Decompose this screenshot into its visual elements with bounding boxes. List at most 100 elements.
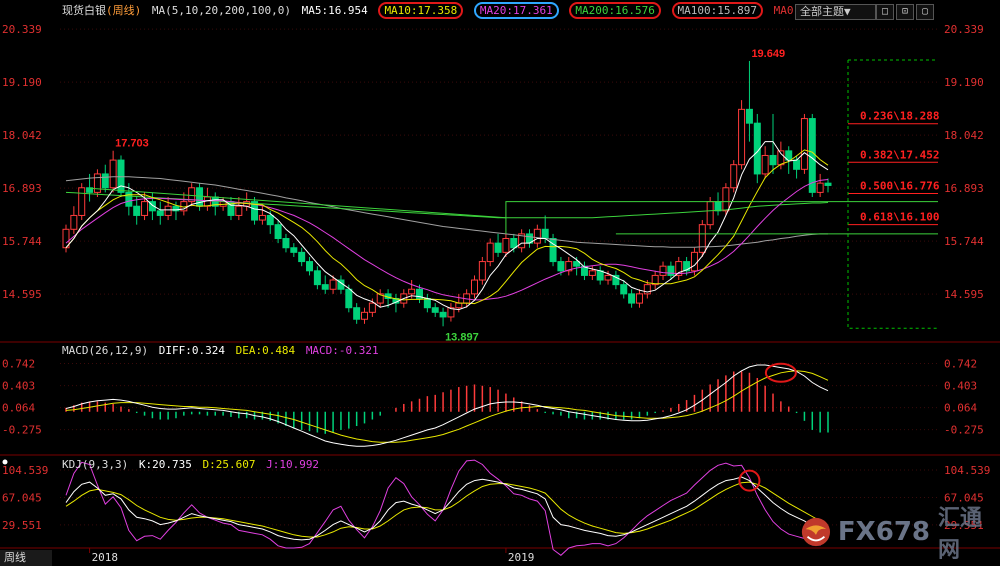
kdj-d-line <box>65 481 829 538</box>
candle-body <box>345 288 353 309</box>
x-tick-label: 2019 <box>508 551 534 564</box>
globe-logo-icon <box>801 517 831 547</box>
candle-body <box>557 261 565 272</box>
candle-body <box>793 159 801 170</box>
candle-body <box>109 159 117 189</box>
theme-dropdown[interactable]: 全部主题▼ <box>795 4 876 20</box>
ma10-value: MA10:17.358 <box>378 2 464 19</box>
kdj-params: KDJ(9,3,3) <box>62 458 129 471</box>
y-tick-label-left: 0.403 <box>2 380 35 393</box>
y-tick-label-right: 104.539 <box>944 464 990 477</box>
y-tick-label-left: 20.339 <box>2 23 42 36</box>
macd-legend: MACD(26,12,9) DIFF:0.324 DEA:0.484 MACD:… <box>62 344 379 357</box>
candle-body <box>290 247 298 253</box>
candle-body <box>133 205 141 216</box>
candle-body <box>533 228 541 244</box>
macd-params: MACD(26,12,9) <box>62 344 149 357</box>
symbol-title: 现货白银 <box>62 4 106 17</box>
candle-body <box>306 261 314 272</box>
candle-body <box>353 307 361 320</box>
candle-body <box>824 182 832 186</box>
candle-body <box>541 228 549 240</box>
ma20-line <box>65 179 829 301</box>
settings-dot-icon <box>2 459 8 465</box>
candle-body <box>470 279 478 295</box>
y-tick-label-right: 20.339 <box>944 23 984 36</box>
y-tick-label-right: -0.275 <box>944 424 984 437</box>
kdj-legend: KDJ(9,3,3) K:20.735 D:25.607 J:10.992 <box>62 458 319 471</box>
candle-body <box>431 307 439 313</box>
candle-body <box>368 302 376 313</box>
candle-body <box>164 205 172 216</box>
candle-body <box>510 238 518 249</box>
y-tick-label-right: 14.595 <box>944 288 984 301</box>
candle-body <box>628 293 636 304</box>
period-button[interactable]: 周线 <box>0 550 52 566</box>
candle-body <box>298 251 306 263</box>
ma200-value: MA200:16.576 <box>569 2 661 19</box>
candle-body <box>620 284 628 295</box>
y-tick-label-right: 0.742 <box>944 358 977 371</box>
candle-body <box>690 251 698 272</box>
candle-body <box>816 182 824 193</box>
candle-body <box>235 205 243 216</box>
fib-level-label: 0.500\16.776 <box>860 179 940 192</box>
candle-body <box>439 311 447 318</box>
price-annotation: 17.703 <box>115 138 149 150</box>
diff-line <box>65 364 829 447</box>
watermark-text: FX678 <box>837 517 931 547</box>
dea-line <box>65 370 829 443</box>
window-restore-button[interactable]: ⊡ <box>896 4 914 20</box>
ma100-line <box>65 176 828 248</box>
candle-body <box>730 164 738 189</box>
candle-body <box>313 270 321 286</box>
x-tick-label: 2018 <box>92 551 119 564</box>
fib-level-label: 0.382\17.452 <box>860 148 939 161</box>
candle-body <box>714 201 722 212</box>
y-tick-label-right: 0.064 <box>944 402 977 415</box>
candle-body <box>321 284 329 290</box>
candle-body <box>266 214 274 226</box>
y-tick-label-right: 0.403 <box>944 380 977 393</box>
fib-level-label: 0.618\16.100 <box>860 211 939 224</box>
candle-body <box>588 270 596 276</box>
candle-body <box>70 214 78 230</box>
candle-body <box>761 154 769 175</box>
macd-diff: DIFF:0.324 <box>158 344 225 357</box>
candle-body <box>156 210 164 216</box>
window-maximize-button[interactable]: ▢ <box>916 4 934 20</box>
candle-body <box>101 173 109 189</box>
y-tick-label-left: 18.042 <box>2 129 42 142</box>
price-annotation: 19.649 <box>751 48 785 60</box>
candle-body <box>329 279 337 290</box>
macd-dea: DEA:0.484 <box>235 344 296 357</box>
y-tick-label-left: 67.045 <box>2 491 42 504</box>
ma0-value: MA0 <box>773 4 794 17</box>
candle-body <box>722 187 730 212</box>
kdj-j: J:10.992 <box>266 458 320 471</box>
candle-body <box>361 311 369 320</box>
y-tick-label-left: 29.551 <box>2 519 42 532</box>
ma20-value: MA20:17.361 <box>473 2 559 19</box>
candle-body <box>604 274 612 281</box>
candle-body <box>769 154 777 166</box>
y-tick-label-right: 18.042 <box>944 129 984 142</box>
candle-body <box>667 265 675 276</box>
kdj-j-line <box>65 459 829 556</box>
candle-body <box>800 118 808 170</box>
window-minimize-button[interactable]: □ <box>876 4 894 20</box>
candle-body <box>706 201 714 226</box>
kdj-k: K:20.735 <box>138 458 192 471</box>
period-label: (周线) <box>106 4 142 17</box>
price-annotation: 13.897 <box>445 331 479 343</box>
y-tick-label-left: 15.744 <box>2 235 42 248</box>
candle-body <box>502 238 510 253</box>
macd-macd: MACD:-0.321 <box>305 344 379 357</box>
candle-body <box>486 242 494 263</box>
candle-body <box>408 288 416 295</box>
candle-body <box>274 224 282 240</box>
main-legend: 现货白银(周线) MA(5,10,20,200,100,0) MA5:16.95… <box>62 2 798 19</box>
candle-body <box>808 118 816 193</box>
candle-body <box>494 242 502 253</box>
watermark: FX678 汇通网 <box>800 506 1000 563</box>
